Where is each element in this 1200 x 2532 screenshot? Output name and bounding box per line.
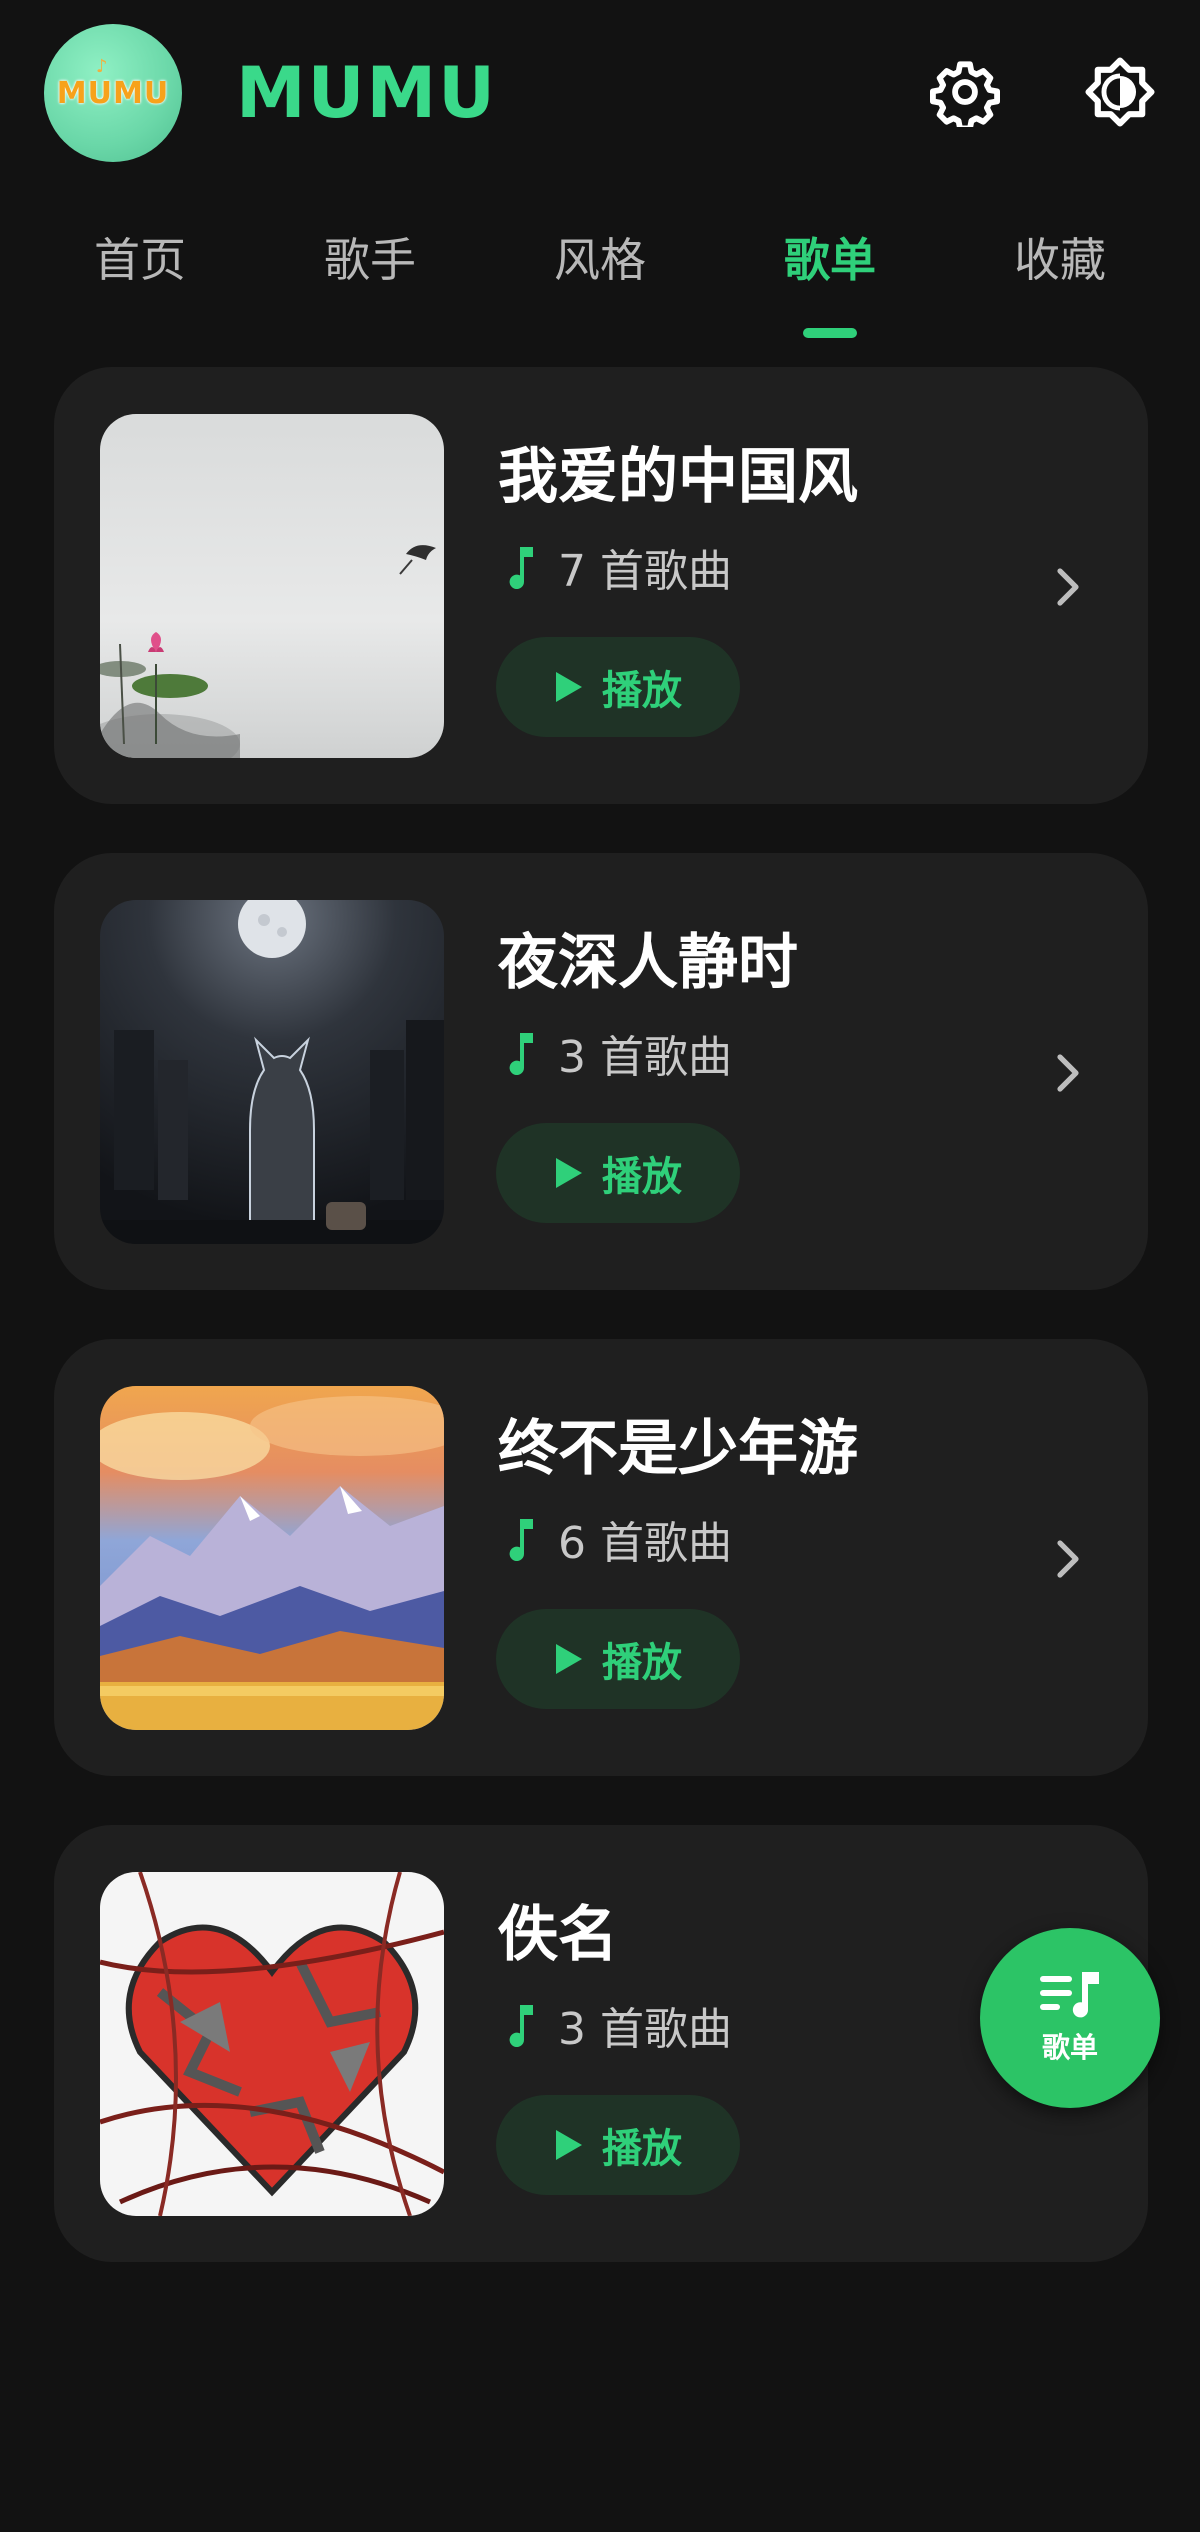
tab-bar: 首页 歌手 风格 歌单 收藏 [0, 210, 1200, 350]
playlist-title: 我爱的中国风 [498, 442, 858, 512]
play-icon [556, 1158, 582, 1188]
play-button[interactable]: 播放 [496, 2095, 740, 2195]
song-count: 7 首歌曲 [506, 537, 732, 597]
play-button[interactable]: 播放 [496, 1609, 740, 1709]
play-button-label: 播放 [602, 1154, 682, 1200]
song-count-label: 3 首歌曲 [558, 2004, 732, 2055]
tab-singers[interactable]: 歌手 [270, 210, 470, 310]
app-header: ♪ MUMU MUMU [0, 0, 1200, 185]
song-count-label: 3 首歌曲 [558, 1032, 732, 1083]
playlist-cover-image [100, 1386, 444, 1730]
gear-icon [930, 61, 1000, 127]
playlist-fab-button[interactable]: 歌单 [980, 1928, 1160, 2108]
tab-favorites[interactable]: 收藏 [960, 210, 1160, 310]
music-note-icon [506, 545, 534, 589]
music-note-icon [506, 1517, 534, 1561]
play-button[interactable]: 播放 [496, 637, 740, 737]
chevron-right-icon[interactable] [1046, 1043, 1090, 1103]
active-tab-indicator [803, 328, 857, 338]
tab-home[interactable]: 首页 [40, 210, 240, 310]
music-note-icon [506, 2003, 534, 2047]
tab-styles[interactable]: 风格 [500, 210, 700, 310]
song-count-label: 7 首歌曲 [558, 546, 732, 597]
app-logo[interactable]: ♪ MUMU [44, 24, 182, 162]
play-button[interactable]: 播放 [496, 1123, 740, 1223]
playlist-title: 佚名 [498, 1900, 618, 1970]
song-count-label: 6 首歌曲 [558, 1518, 732, 1569]
song-count: 3 首歌曲 [506, 1995, 732, 2055]
chevron-right-icon[interactable] [1046, 1529, 1090, 1589]
chevron-right-icon[interactable] [1046, 557, 1090, 617]
settings-button[interactable] [925, 52, 1005, 132]
playlist-card[interactable]: 夜深人静时 3 首歌曲 播放 [54, 853, 1148, 1290]
fab-label: 歌单 [1041, 2031, 1098, 2064]
play-button-label: 播放 [602, 1640, 682, 1686]
playlist-cover-image [100, 414, 444, 758]
play-button-label: 播放 [602, 2126, 682, 2172]
song-count: 3 首歌曲 [506, 1023, 732, 1083]
playlist-cover-image [100, 1872, 444, 2216]
music-note-icon: ♪ [96, 56, 108, 77]
logo-text: MUMU [56, 75, 170, 111]
playlist-icon [1040, 1972, 1099, 2018]
playlist-card[interactable]: 我爱的中国风 7 首歌曲 播放 [54, 367, 1148, 804]
play-icon [556, 1644, 582, 1674]
song-count: 6 首歌曲 [506, 1509, 732, 1569]
play-icon [556, 2130, 582, 2160]
music-note-icon [506, 1031, 534, 1075]
playlist-title: 终不是少年游 [498, 1414, 858, 1484]
theme-toggle-button[interactable] [1080, 52, 1160, 132]
playlist-cover-image [100, 900, 444, 1244]
app-title: MUMU [236, 52, 497, 134]
playlist-title: 夜深人静时 [498, 928, 798, 998]
play-icon [556, 672, 582, 702]
playlist-card[interactable]: 终不是少年游 6 首歌曲 播放 [54, 1339, 1148, 1776]
play-button-label: 播放 [602, 668, 682, 714]
tab-playlists[interactable]: 歌单 [730, 210, 930, 310]
brightness-icon [1085, 57, 1155, 127]
